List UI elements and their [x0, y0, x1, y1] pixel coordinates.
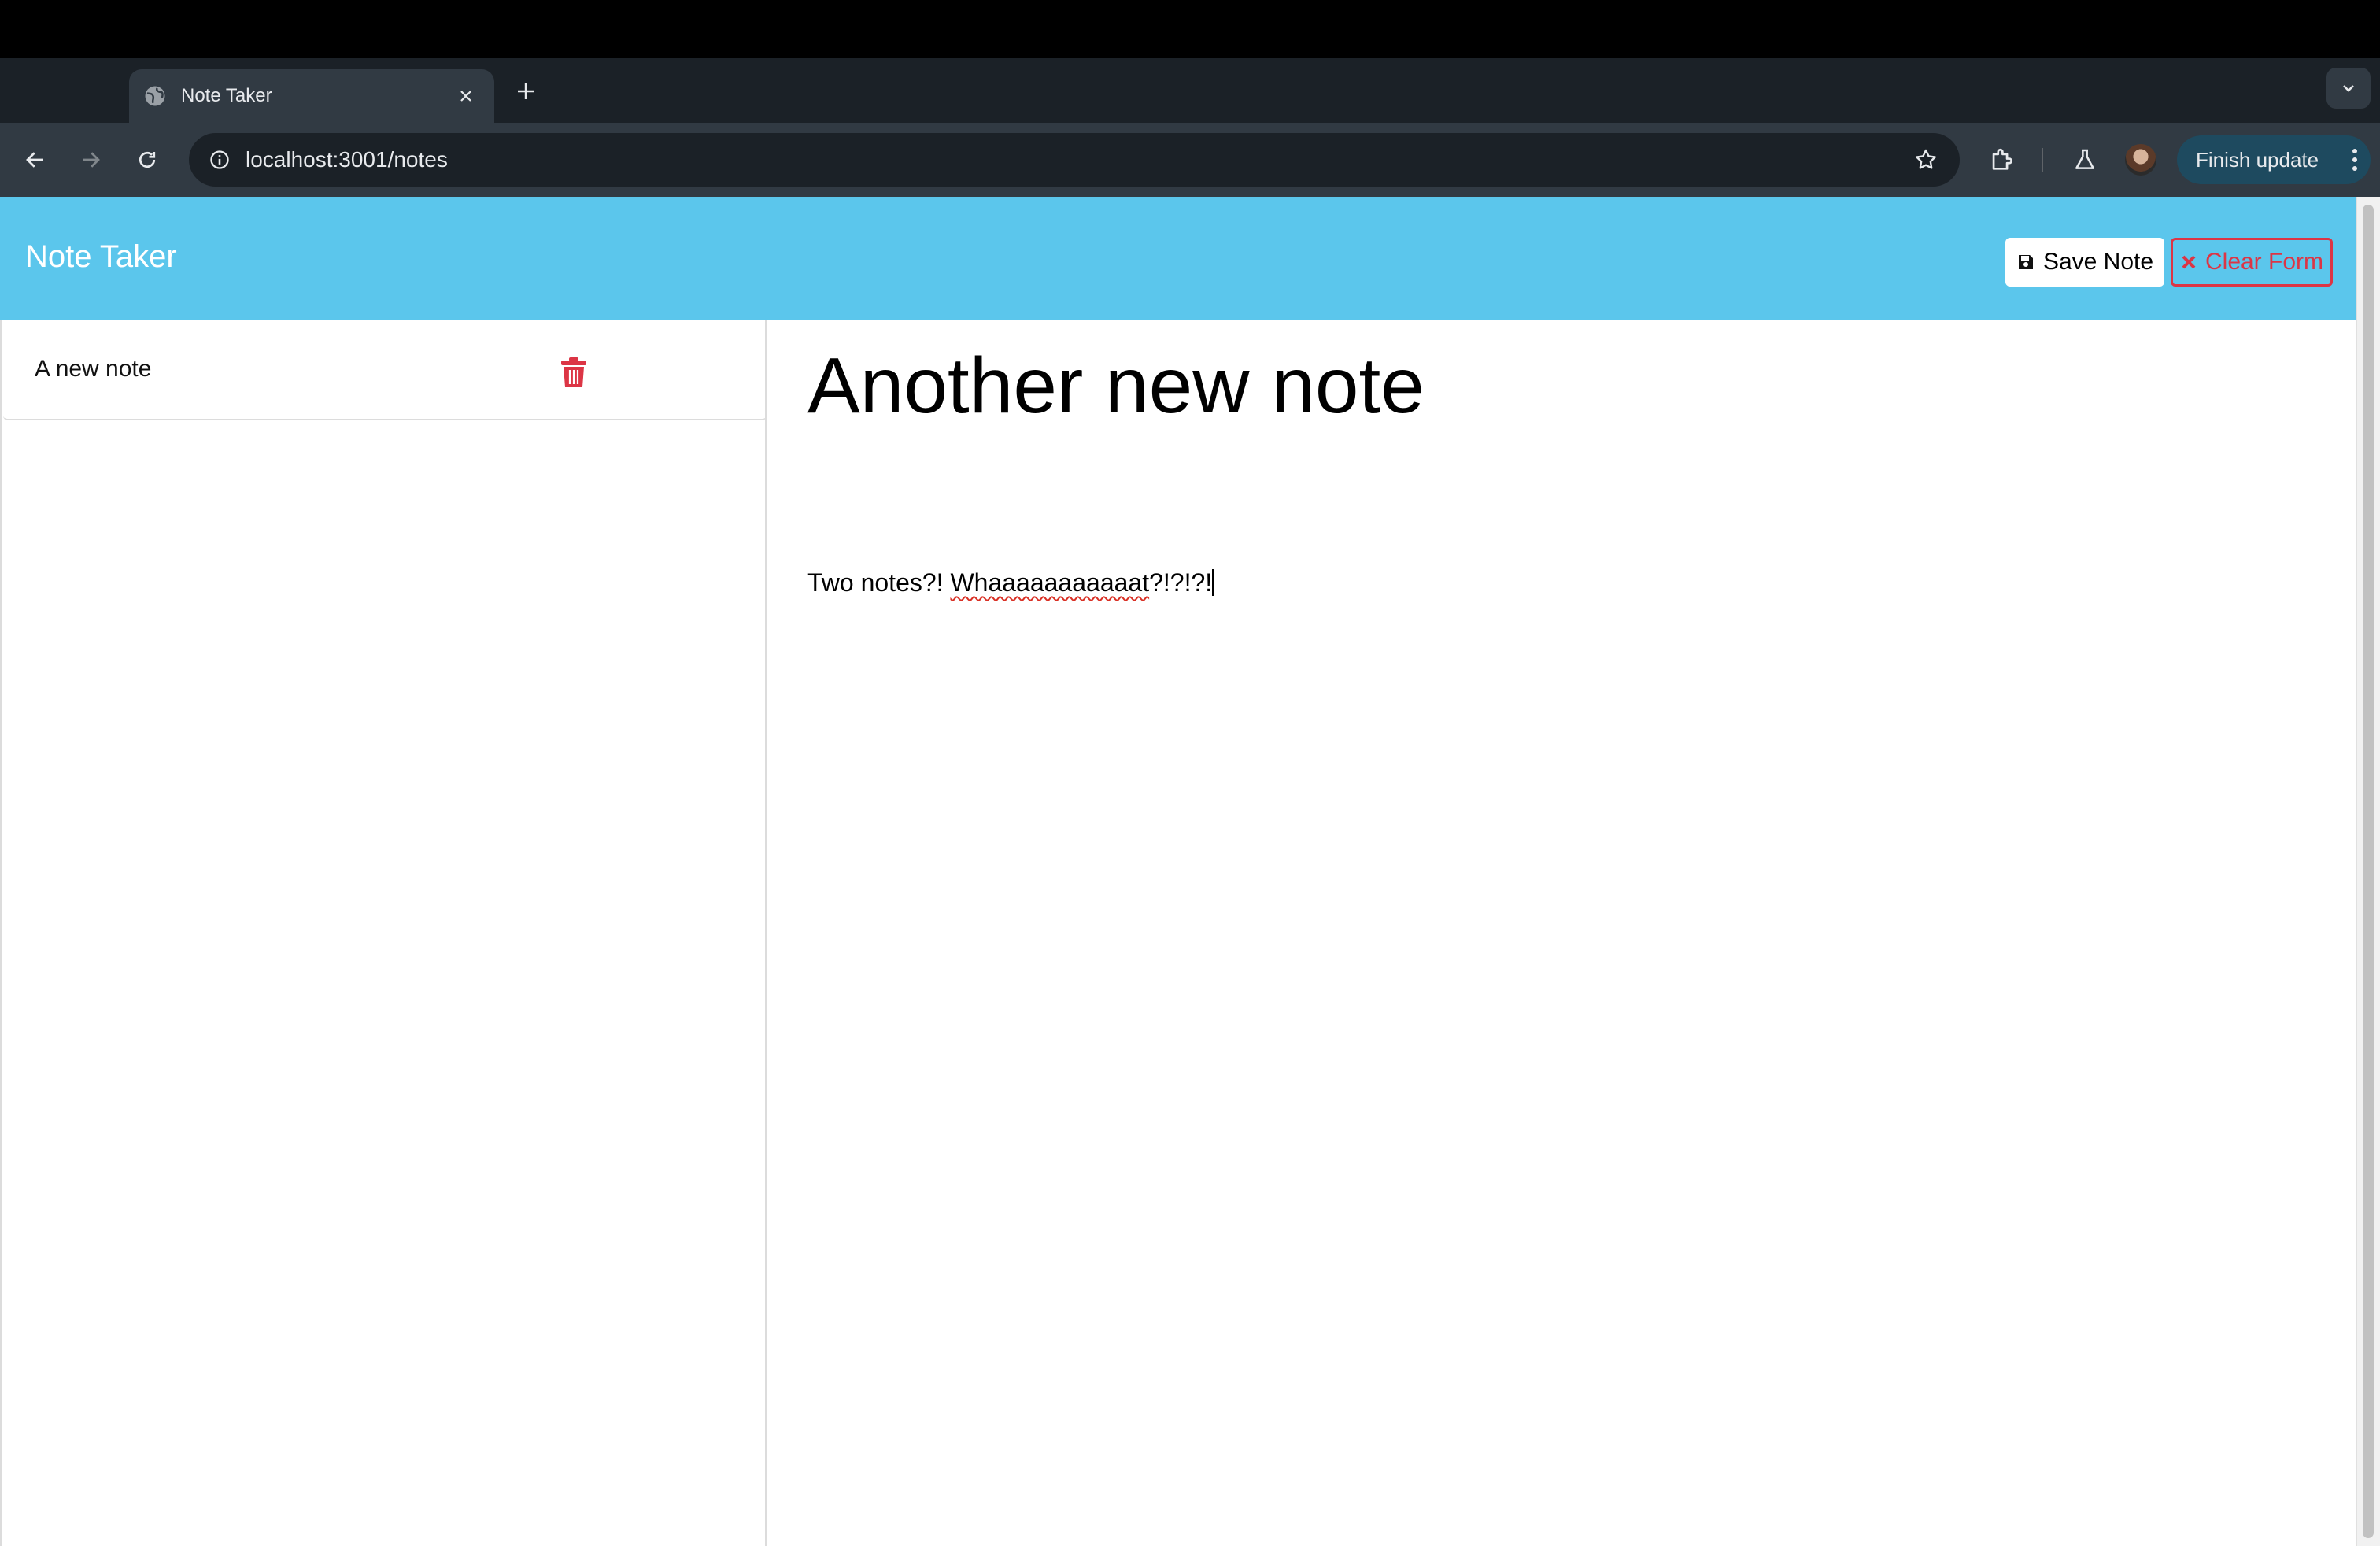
profile-avatar[interactable] [2125, 144, 2156, 176]
note-title-input[interactable]: Another new note [808, 338, 1425, 433]
misspelled-word: Whaaaaaaaaaaat [950, 568, 1150, 597]
site-info-icon[interactable] [203, 143, 236, 176]
page-scrollbar[interactable] [2356, 197, 2380, 1546]
globe-icon [143, 84, 167, 108]
app-header: Note Taker Save Note Clear Form [0, 197, 2356, 320]
tab-strip: Note Taker [0, 58, 2380, 123]
tab-search-chevron-icon[interactable] [2326, 68, 2371, 109]
address-bar[interactable]: localhost:3001/notes [189, 133, 1960, 187]
text-caret [1212, 569, 1214, 596]
back-arrow-icon[interactable] [16, 140, 55, 179]
note-editor: Another new note Two notes?! Whaaaaaaaaa… [768, 320, 2356, 1546]
notes-sidebar: A new note [0, 320, 767, 1546]
more-vert-icon[interactable] [2339, 144, 2371, 176]
labs-flask-icon[interactable] [2065, 140, 2105, 179]
floppy-disk-icon [2018, 255, 2033, 269]
note-list-title: A new note [35, 356, 152, 382]
extensions-puzzle-icon[interactable] [1982, 140, 2021, 179]
finish-update-label: Finish update [2196, 147, 2319, 172]
tab-title: Note Taker [181, 85, 272, 106]
clear-form-label: Clear Form [2204, 249, 2323, 275]
url-text: localhost:3001/notes [246, 147, 448, 172]
system-menu-bar [0, 0, 2380, 58]
app-brand[interactable]: Note Taker [25, 239, 177, 275]
x-icon [2182, 255, 2196, 269]
list-item[interactable]: A new note [3, 320, 767, 420]
browser-toolbar: localhost:3001/notes Finish update [0, 123, 2380, 197]
forward-arrow-icon[interactable] [71, 140, 110, 179]
bookmark-star-icon[interactable] [1906, 140, 1946, 179]
save-note-label: Save Note [2042, 249, 2154, 275]
scrollbar-thumb[interactable] [2363, 205, 2374, 1538]
finish-update-button[interactable]: Finish update [2177, 135, 2371, 184]
reload-icon[interactable] [128, 140, 167, 179]
note-body-prefix: Two notes?! [808, 568, 951, 597]
clear-form-button[interactable]: Clear Form [2171, 238, 2333, 287]
page: Note Taker Save Note Clear Form A new no… [0, 197, 2380, 1546]
trash-icon[interactable] [554, 353, 593, 392]
toolbar-separator [2042, 148, 2043, 172]
new-tab-icon[interactable] [510, 76, 541, 107]
note-body-suffix: ?!?!?! [1149, 568, 1213, 597]
close-tab-icon[interactable] [453, 83, 479, 109]
note-text-area[interactable]: Two notes?! Whaaaaaaaaaaat?!?!?! [808, 568, 1214, 597]
tab-note-taker[interactable]: Note Taker [129, 69, 494, 123]
save-note-button[interactable]: Save Note [2005, 238, 2164, 287]
